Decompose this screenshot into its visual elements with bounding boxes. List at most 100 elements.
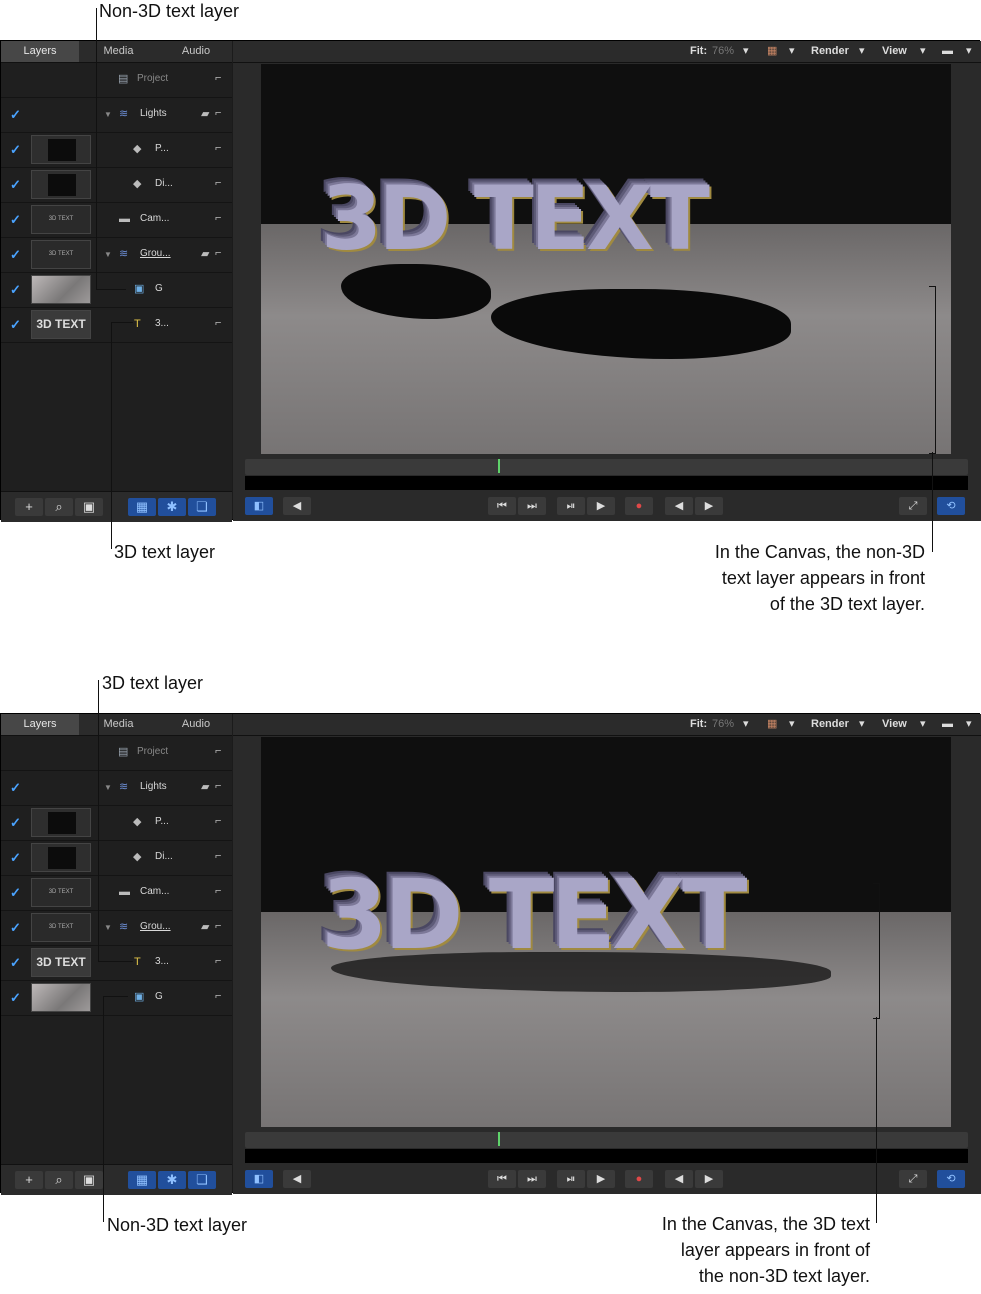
lock-icon[interactable]: ⌐ xyxy=(215,247,221,259)
thumbnail-toggle-icon[interactable]: ▣ xyxy=(75,1171,103,1189)
checkbox-icon[interactable]: ✓ xyxy=(10,991,23,1004)
chevron-down-icon[interactable]: ▾ xyxy=(966,41,972,62)
layer-row[interactable]: ▤ Project ⌐ xyxy=(1,63,232,98)
chevron-down-icon[interactable]: ▾ xyxy=(859,714,865,735)
lock-icon[interactable]: ⌐ xyxy=(215,885,221,897)
previous-frame-icon[interactable]: ◀ xyxy=(665,1170,693,1188)
mini-timeline[interactable] xyxy=(245,459,968,475)
lock-icon[interactable]: ⌐ xyxy=(215,850,221,862)
lock-icon[interactable]: ⌐ xyxy=(215,107,221,119)
disclosure-triangle-icon[interactable]: ▼ xyxy=(104,250,112,259)
layer-row[interactable]: ✓ ◆ Di... ⌐ xyxy=(1,841,232,876)
layer-row[interactable]: ✓ ◆ P... ⌐ xyxy=(1,806,232,841)
checkbox-icon[interactable]: ✓ xyxy=(10,851,23,864)
lock-icon[interactable]: ⌐ xyxy=(215,990,221,1002)
record-icon[interactable]: ● xyxy=(625,497,653,515)
disclosure-triangle-icon[interactable]: ▼ xyxy=(104,783,112,792)
playhead[interactable] xyxy=(498,459,500,473)
color-channels-icon[interactable]: ▦ xyxy=(767,714,777,735)
layout-icon[interactable]: ▬ xyxy=(942,41,953,62)
lock-icon[interactable]: ⌐ xyxy=(215,955,221,967)
play-icon[interactable]: ▶ xyxy=(587,497,615,515)
canvas-viewer[interactable]: 3D TEXT xyxy=(261,737,951,1127)
search-icon[interactable]: ⌕ xyxy=(45,1171,73,1189)
fit-value[interactable]: 76% xyxy=(712,714,734,735)
tab-media[interactable]: Media xyxy=(101,714,136,735)
gear-icon[interactable]: ✱ xyxy=(158,1171,186,1189)
lock-icon[interactable]: ⌐ xyxy=(215,177,221,189)
chevron-down-icon[interactable]: ▾ xyxy=(966,714,972,735)
checkbox-icon[interactable]: ✓ xyxy=(10,108,23,121)
chevron-down-icon[interactable]: ▾ xyxy=(920,41,926,62)
grid-view-icon[interactable]: ▦ xyxy=(128,1171,156,1189)
layers-icon[interactable]: ❏ xyxy=(188,498,216,516)
layer-row[interactable]: ✓ ▣ G xyxy=(1,273,232,308)
lock-icon[interactable]: ⌐ xyxy=(215,212,221,224)
layer-row[interactable]: ✓ ◆ P... ⌐ xyxy=(1,133,232,168)
record-icon[interactable]: ● xyxy=(625,1170,653,1188)
chevron-down-icon[interactable]: ▾ xyxy=(743,714,749,735)
gear-icon[interactable]: ✱ xyxy=(158,498,186,516)
view-menu[interactable]: View xyxy=(882,714,907,735)
chevron-down-icon[interactable]: ▾ xyxy=(859,41,865,62)
color-channels-icon[interactable]: ▦ xyxy=(767,41,777,62)
checkbox-icon[interactable]: ✓ xyxy=(10,956,23,969)
add-icon[interactable]: + xyxy=(15,498,43,516)
lock-icon[interactable]: ⌐ xyxy=(215,72,221,84)
chevron-down-icon[interactable]: ▾ xyxy=(743,41,749,62)
view-menu[interactable]: View xyxy=(882,41,907,62)
layer-row[interactable]: ✓ 3D TEXT ▬ Cam... ⌐ xyxy=(1,203,232,238)
layer-row[interactable]: ✓ ▣ G ⌐ xyxy=(1,981,232,1016)
speaker-icon[interactable]: ◀ xyxy=(283,1170,311,1188)
go-to-start-icon[interactable]: ⏮ xyxy=(488,497,516,515)
checkbox-icon[interactable]: ✓ xyxy=(10,178,23,191)
disclosure-triangle-icon[interactable]: ▼ xyxy=(104,110,112,119)
checkbox-icon[interactable]: ✓ xyxy=(10,781,23,794)
layers-icon[interactable]: ❏ xyxy=(188,1171,216,1189)
chevron-down-icon[interactable]: ▾ xyxy=(789,714,795,735)
fullscreen-icon[interactable]: ⤢ xyxy=(899,1170,927,1188)
tab-audio[interactable]: Audio xyxy=(177,714,215,735)
checkbox-icon[interactable]: ✓ xyxy=(10,248,23,261)
next-frame-icon[interactable]: ▶ xyxy=(695,1170,723,1188)
render-menu[interactable]: Render xyxy=(811,41,849,62)
checkbox-icon[interactable]: ✓ xyxy=(10,318,23,331)
mini-timeline[interactable] xyxy=(245,1132,968,1148)
search-icon[interactable]: ⌕ xyxy=(45,498,73,516)
lock-icon[interactable]: ⌐ xyxy=(215,815,221,827)
add-icon[interactable]: + xyxy=(15,1171,43,1189)
layer-row[interactable]: ✓ ◆ Di... ⌐ xyxy=(1,168,232,203)
layer-row[interactable]: ✓ 3D TEXT ▼ ≋ Grou... ▰ ⌐ xyxy=(1,911,232,946)
tab-layers[interactable]: Layers xyxy=(1,714,79,735)
checkbox-icon[interactable]: ✓ xyxy=(10,921,23,934)
timeline-toggle-icon[interactable]: ◧ xyxy=(245,497,273,515)
checkbox-icon[interactable]: ✓ xyxy=(10,283,23,296)
layer-row[interactable]: ✓ ▼ ≋ Lights ▰ ⌐ xyxy=(1,98,232,133)
fullscreen-icon[interactable]: ⤢ xyxy=(899,497,927,515)
lock-icon[interactable]: ⌐ xyxy=(215,142,221,154)
grid-view-icon[interactable]: ▦ xyxy=(128,498,156,516)
lock-icon[interactable]: ⌐ xyxy=(215,745,221,757)
next-frame-icon[interactable]: ▶ xyxy=(695,497,723,515)
loop-icon[interactable]: ⟲ xyxy=(937,497,965,515)
checkbox-icon[interactable]: ✓ xyxy=(10,816,23,829)
tab-audio[interactable]: Audio xyxy=(177,41,215,62)
layer-row[interactable]: ✓ 3D TEXT T 3... ⌐ xyxy=(1,308,232,343)
tab-layers[interactable]: Layers xyxy=(1,41,79,62)
play-icon[interactable]: ▶ xyxy=(587,1170,615,1188)
loop-icon[interactable]: ⟲ xyxy=(937,1170,965,1188)
timeline-toggle-icon[interactable]: ◧ xyxy=(245,1170,273,1188)
render-menu[interactable]: Render xyxy=(811,714,849,735)
playhead[interactable] xyxy=(498,1132,500,1146)
layer-row[interactable]: ▤ Project ⌐ xyxy=(1,736,232,771)
checkbox-icon[interactable]: ✓ xyxy=(10,213,23,226)
checkbox-icon[interactable]: ✓ xyxy=(10,143,23,156)
chevron-down-icon[interactable]: ▾ xyxy=(789,41,795,62)
layer-row[interactable]: ✓ 3D TEXT T 3... ⌐ xyxy=(1,946,232,981)
lock-icon[interactable]: ⌐ xyxy=(215,920,221,932)
go-to-end-icon[interactable]: ⏭ xyxy=(518,497,546,515)
layout-icon[interactable]: ▬ xyxy=(942,714,953,735)
layer-row[interactable]: ✓ ▼ ≋ Lights ▰ ⌐ xyxy=(1,771,232,806)
go-to-end-icon[interactable]: ⏭ xyxy=(518,1170,546,1188)
lock-icon[interactable]: ⌐ xyxy=(215,780,221,792)
